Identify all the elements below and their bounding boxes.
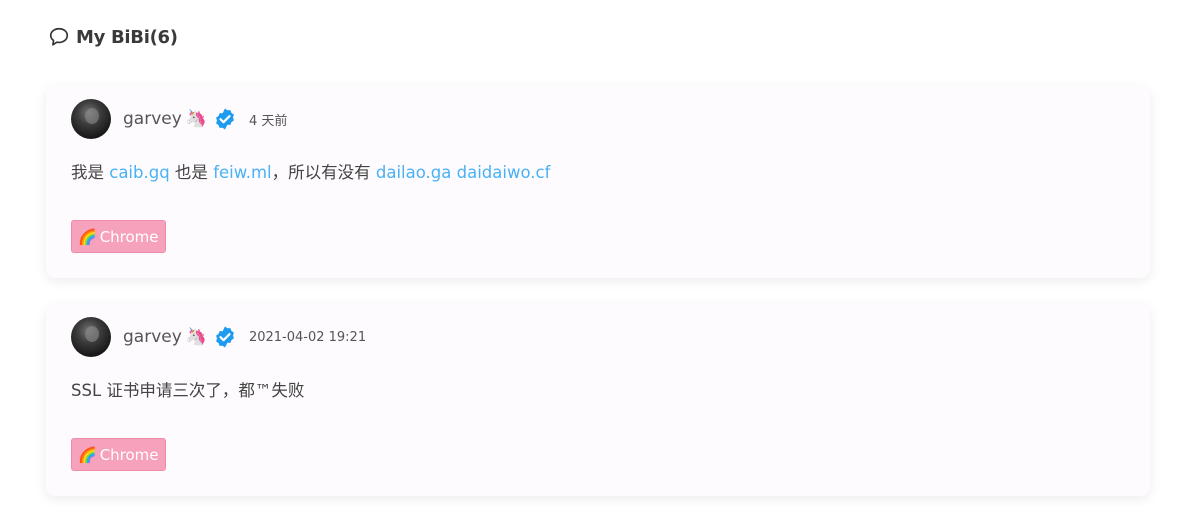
page: My BiBi(6) garvey 🦄 4 天前 我是 caib.gq 也是 f… xyxy=(0,0,1193,506)
username[interactable]: garvey xyxy=(123,109,182,129)
section-title: My BiBi(6) xyxy=(76,26,178,48)
verified-check-icon xyxy=(216,108,234,130)
content-text: 也是 xyxy=(169,163,214,182)
rainbow-icon: 🌈 xyxy=(78,227,97,246)
verified-check-icon xyxy=(216,326,234,348)
content-text: ，所以有没有 xyxy=(271,163,376,182)
post-content: SSL 证书申请三次了，都™失败 xyxy=(71,377,304,401)
content-link[interactable]: feiw.ml xyxy=(213,163,271,182)
content-link[interactable]: dailao.ga xyxy=(376,163,452,182)
post-meta: garvey 🦄 2021-04-02 19:21 xyxy=(71,317,366,357)
unicorn-badge-icon: 🦄 xyxy=(185,109,207,129)
client-tag-label: Chrome xyxy=(99,445,159,464)
username[interactable]: garvey xyxy=(123,327,182,347)
rainbow-icon: 🌈 xyxy=(78,445,97,464)
post-card: garvey 🦄 2021-04-02 19:21 SSL 证书申请三次了，都™… xyxy=(46,304,1150,496)
avatar[interactable] xyxy=(71,99,111,139)
post-meta: garvey 🦄 4 天前 xyxy=(71,99,287,139)
section-header: My BiBi(6) xyxy=(48,26,178,48)
client-tag: 🌈 Chrome xyxy=(71,438,166,471)
client-tag-label: Chrome xyxy=(99,227,159,246)
content-text: SSL 证书申请三次了，都™失败 xyxy=(71,381,305,400)
post-card: garvey 🦄 4 天前 我是 caib.gq 也是 feiw.ml，所以有没… xyxy=(46,86,1150,278)
content-link[interactable]: daidaiwo.cf xyxy=(457,163,551,182)
post-time: 2021-04-02 19:21 xyxy=(248,329,367,345)
post-time: 4 天前 xyxy=(248,113,288,129)
content-link[interactable]: caib.gq xyxy=(109,163,169,182)
unicorn-badge-icon: 🦄 xyxy=(185,327,207,347)
client-tag: 🌈 Chrome xyxy=(71,220,166,253)
chat-bubble-icon xyxy=(49,27,69,46)
post-content: 我是 caib.gq 也是 feiw.ml，所以有没有 dailao.ga da… xyxy=(71,159,550,183)
avatar[interactable] xyxy=(71,317,111,357)
content-text: 我是 xyxy=(71,163,110,182)
